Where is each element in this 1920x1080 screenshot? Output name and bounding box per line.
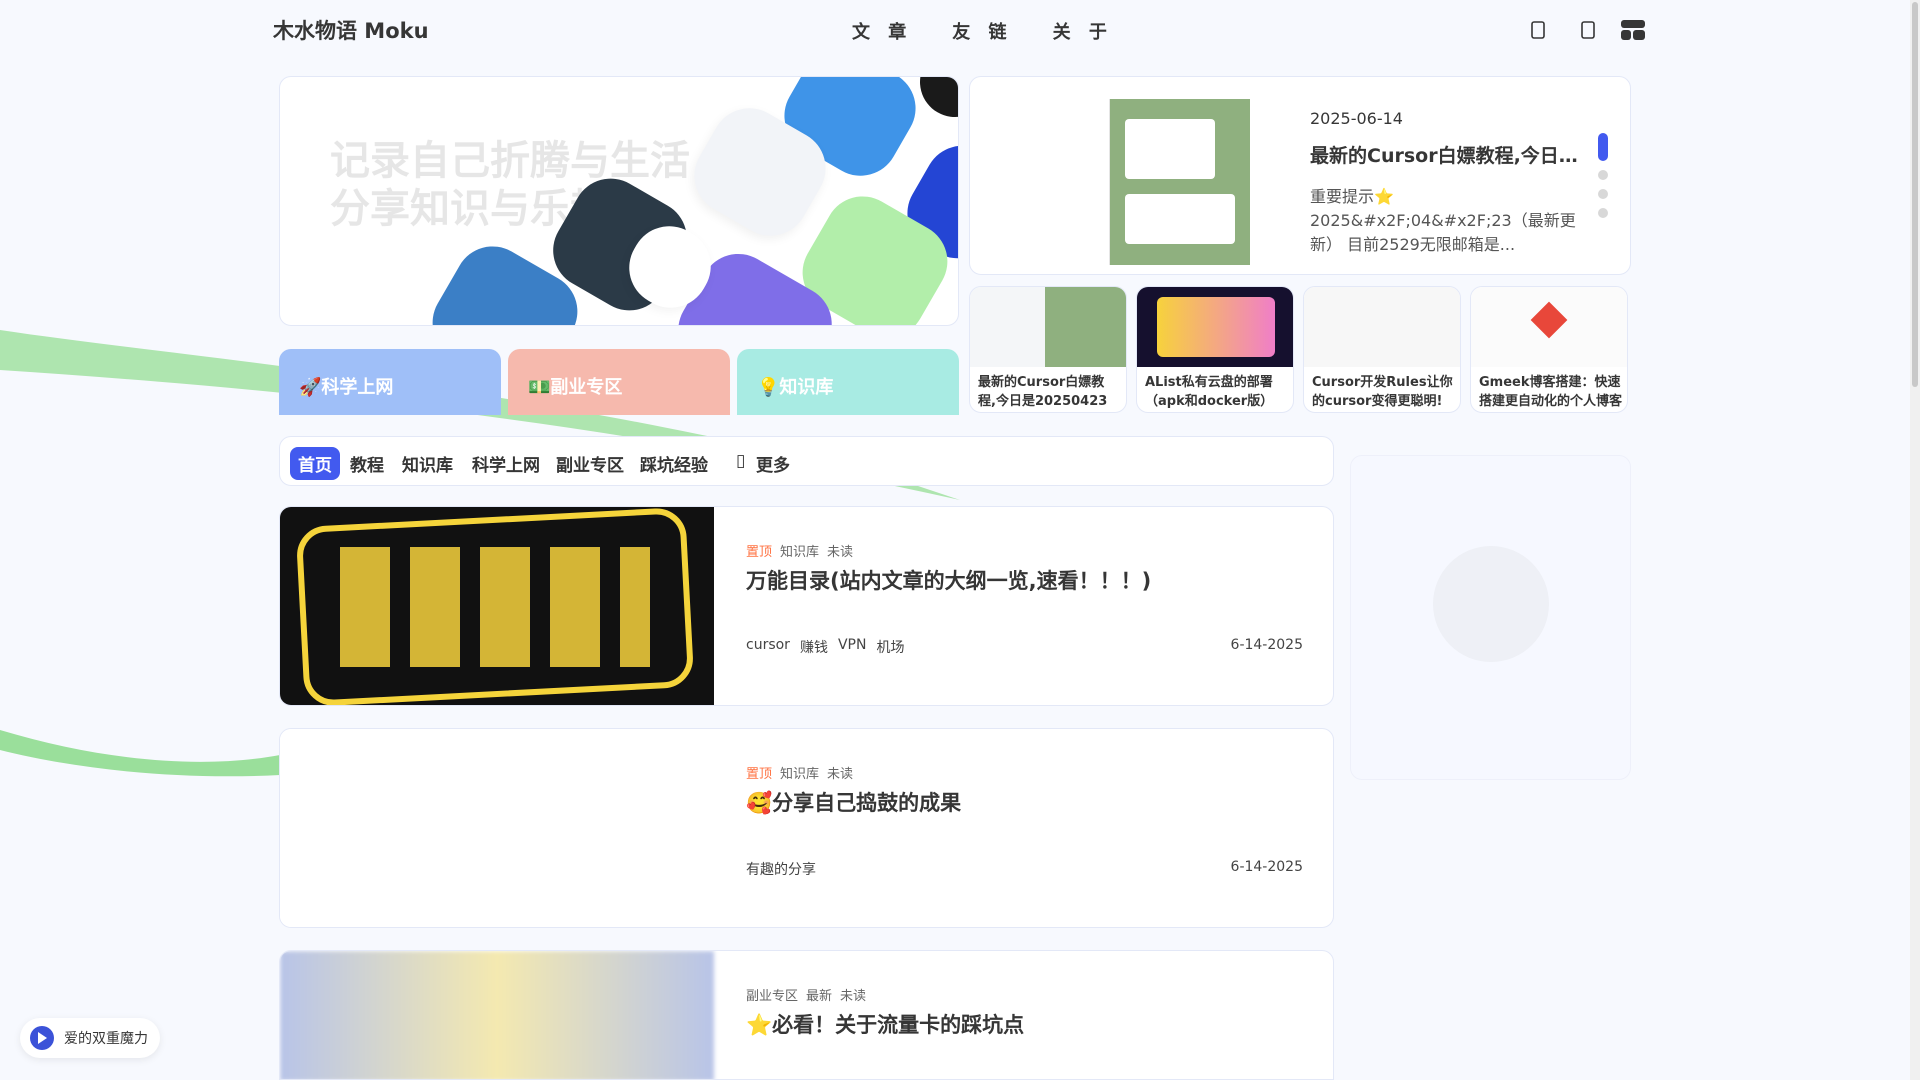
post-card[interactable]: 置顶 知识库 未读 🥰分享自己捣鼓的成果 有趣的分享 6-14-2025 [279,728,1334,928]
post-cover-image [280,951,714,1079]
site-title[interactable]: 木水物语 Moku [273,15,429,45]
featured-post-excerpt: 重要提示⭐ 2025&#x2F;04&#x2F;23（最新更新） 目前2529无… [1310,187,1576,254]
post-category[interactable]: 知识库 [780,541,819,560]
recommended-post-title: 最新的Cursor白嫖教程,今日是20250423 [978,375,1108,409]
category-tabs-bar: 首页 教程 知识库 科学上网 副业专区 踩坑经验 ▯ 更多 [279,436,1334,486]
post-title[interactable]: 万能目录(站内文章的大纲一览,速看！！！) [746,565,1151,595]
post-title[interactable]: 🥰分享自己捣鼓的成果 [746,787,961,817]
category-label: 🚀科学上网 [299,377,394,398]
recommended-post-image [1304,287,1460,367]
tab-proxy[interactable]: 科学上网 [464,447,548,480]
post-cover-image [280,507,714,705]
post-tag[interactable]: VPN [838,637,867,657]
tab-knowledge[interactable]: 知识库 [394,447,461,480]
post-meta: 副业专区 最新 未读 [746,985,866,1004]
recommended-post-title: Cursor开发Rules让你的cursor变得更聪明! [1312,375,1453,409]
recommended-post-card[interactable]: Gmeek博客搭建：快速搭建更自动化的个人博客 [1470,286,1628,413]
category-label: 💡知识库 [757,377,834,398]
nav-about[interactable]: 关 于 [1053,18,1113,44]
carousel-dot[interactable] [1598,133,1608,161]
post-date: 6-14-2025 [1230,859,1303,875]
carousel-dot[interactable] [1598,170,1608,180]
category-button-side-hustle[interactable]: 💵副业专区 [508,349,730,415]
carousel-dot[interactable] [1598,208,1608,218]
recommended-post-image [970,287,1126,367]
recommended-post-card[interactable]: 最新的Cursor白嫖教程,今日是20250423 [969,286,1127,413]
tab-more[interactable]: 更多 [748,447,798,480]
post-date: 6-14-2025 [1230,637,1303,653]
scrollbar-thumb[interactable] [1912,2,1918,387]
post-card[interactable]: 副业专区 最新 未读 ⭐必看！关于流量卡的踩坑点 [279,950,1334,1080]
recommended-post-card[interactable]: AList私有云盘的部署（apk和docker版） [1136,286,1294,413]
featured-post-image [980,99,1250,265]
category-label: 💵副业专区 [528,377,623,398]
category-button-proxy[interactable]: 🚀科学上网 [279,349,501,415]
hero-banner[interactable]: 记录自己折腾与生活 分享知识与乐趣 [279,76,959,326]
tab-home[interactable]: 首页 [290,447,340,480]
tab-pitfalls[interactable]: 踩坑经验 [632,447,716,480]
recommended-post-card[interactable]: Cursor开发Rules让你的cursor变得更聪明! [1303,286,1461,413]
tab-tutorial[interactable]: 教程 [342,447,392,480]
post-new-badge: 最新 [806,989,833,1004]
tab-side-hustle[interactable]: 副业专区 [548,447,632,480]
random-icon[interactable] [1526,18,1550,42]
post-title[interactable]: ⭐必看！关于流量卡的踩坑点 [746,1009,1024,1039]
sticky-badge: 置顶 [746,767,773,782]
music-player[interactable]: 爱的双重魔力 [20,1018,160,1058]
post-tags: cursor 赚钱 VPN 机场 [746,637,904,657]
nav-articles[interactable]: 文 章 [852,18,912,44]
post-tag[interactable]: 赚钱 [800,637,828,657]
post-tags: 有趣的分享 [746,859,816,879]
carousel-dot[interactable] [1598,189,1608,199]
recommended-post-image [1471,287,1627,367]
author-info-card [1350,455,1631,780]
music-title: 爱的双重魔力 [64,1031,148,1047]
post-meta: 置顶 知识库 未读 [746,541,853,560]
play-icon[interactable] [30,1026,54,1050]
featured-post-card[interactable]: 2025-06-14 最新的Cursor白嫖教程,今日是... 重要提示⭐ 20… [969,76,1631,275]
featured-post-title[interactable]: 最新的Cursor白嫖教程,今日是... [1310,141,1590,168]
nav-friends[interactable]: 友 链 [952,18,1012,44]
console-icon[interactable] [1620,18,1646,42]
featured-post-date: 2025-06-14 [1310,109,1403,128]
post-meta: 置顶 知识库 未读 [746,763,853,782]
post-category[interactable]: 知识库 [780,763,819,782]
post-read-status: 未读 [840,989,867,1004]
post-tag[interactable]: 有趣的分享 [746,859,816,879]
page-scrollbar[interactable] [1910,0,1920,1080]
recommended-post-image [1137,287,1293,367]
recommended-post-title: AList私有云盘的部署（apk和docker版） [1145,375,1274,409]
post-tag[interactable]: cursor [746,637,790,657]
site-header: 木水物语 Moku 文 章 友 链 关 于 [0,0,1910,60]
post-cover-image [280,729,714,927]
post-category[interactable]: 副业专区 [746,985,798,1004]
post-tag[interactable]: 机场 [876,637,904,657]
category-button-knowledge[interactable]: 💡知识库 [737,349,959,415]
carousel-indicators [1598,133,1608,227]
main-nav: 文 章 友 链 关 于 [852,18,1113,44]
post-card[interactable]: 置顶 知识库 未读 万能目录(站内文章的大纲一览,速看！！！) cursor 赚… [279,506,1334,706]
sticky-badge: 置顶 [746,545,773,560]
search-icon[interactable] [1576,18,1600,42]
recommended-post-title: Gmeek博客搭建：快速搭建更自动化的个人博客 [1479,375,1623,409]
post-read-status: 未读 [827,545,854,560]
post-read-status: 未读 [827,767,854,782]
avatar [1433,546,1549,662]
